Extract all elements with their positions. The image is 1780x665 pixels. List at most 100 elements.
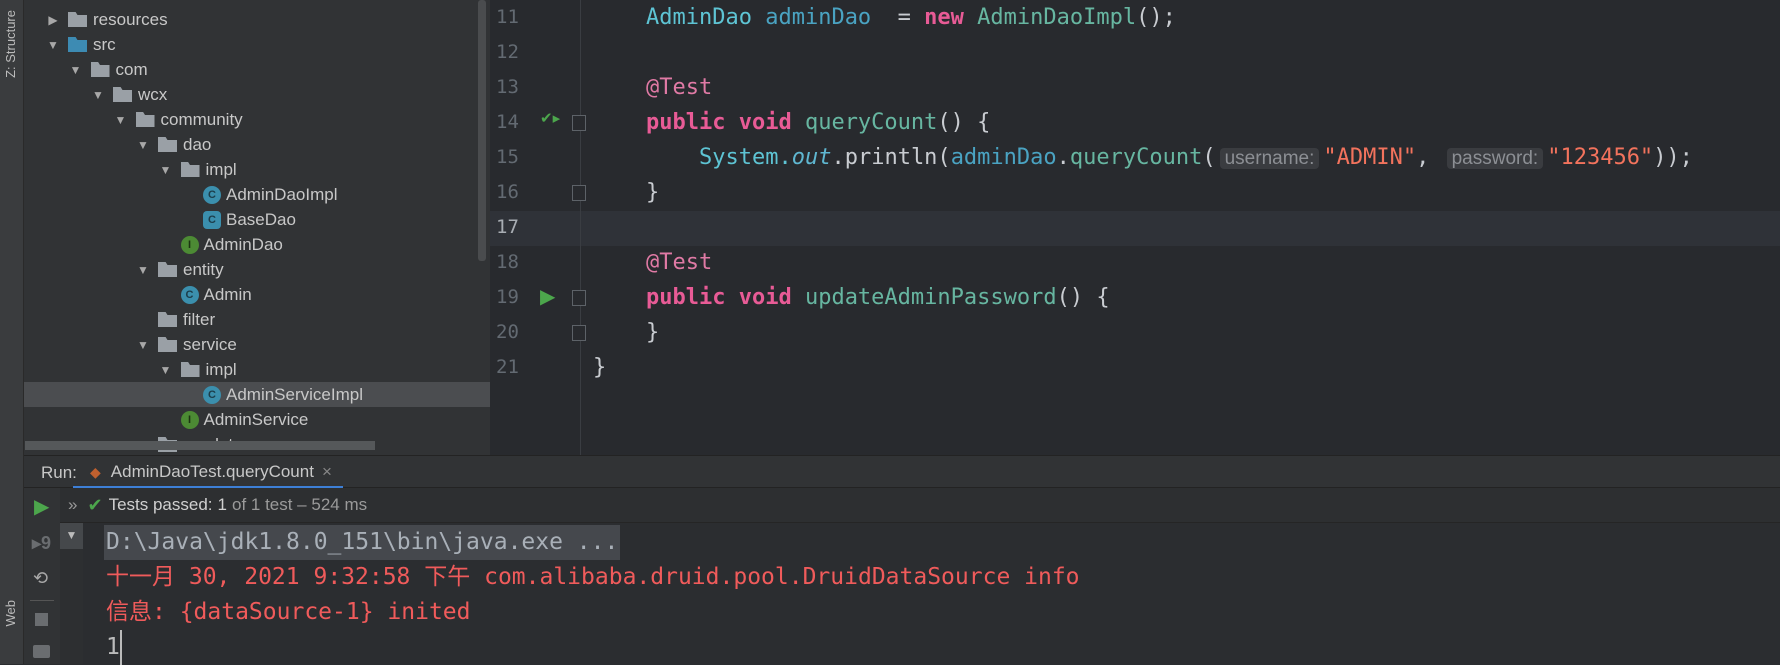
tree-item-label: AdminServiceImpl <box>226 384 363 404</box>
tree-item[interactable]: C Admin <box>24 282 490 307</box>
code-token: adminDao <box>950 145 1057 170</box>
tree-item[interactable]: ▼ community <box>24 107 490 132</box>
tests-passed-label: Tests passed: <box>108 495 213 514</box>
folder-icon <box>158 137 177 152</box>
tree-vertical-scrollbar[interactable] <box>478 0 486 261</box>
console-output[interactable]: D:\Java\jdk1.8.0_151\bin\java.exe ... 十一月… <box>83 523 1780 665</box>
code-token: queryCount <box>1069 145 1203 170</box>
tree-item[interactable]: ▼ wcx <box>24 82 490 107</box>
code-line[interactable]: @Test <box>646 245 712 280</box>
code-line[interactable]: AdminDao adminDao = new AdminDaoImpl(); <box>646 0 1176 35</box>
folder-icon <box>180 162 200 177</box>
fold-marker-icon[interactable] <box>572 290 586 306</box>
code-token: ( <box>1202 145 1216 170</box>
collapse-icon[interactable]: ▼ <box>60 523 83 549</box>
code-line[interactable]: @Test <box>646 70 712 105</box>
tree-item[interactable]: ▶ resources <box>24 7 490 32</box>
test-status-bar: » ✔ Tests passed: 1 of 1 test – 524 ms <box>60 488 1780 523</box>
tree-item[interactable]: C AdminDaoImpl <box>24 182 490 207</box>
code-token: () { <box>937 110 991 135</box>
folder-icon <box>180 362 200 377</box>
chevron-right-icon[interactable]: ▶ <box>46 13 60 27</box>
tree-item[interactable]: ▼ impl <box>24 157 490 182</box>
tree-item[interactable]: I AdminService <box>24 407 490 432</box>
run-label: Run: <box>41 463 77 482</box>
chevron-down-icon[interactable]: ▼ <box>136 263 150 277</box>
console-fold-column: ▼ <box>60 523 83 664</box>
chevron-down-icon[interactable]: ▼ <box>136 338 150 352</box>
fold-marker-icon[interactable] <box>572 115 586 131</box>
fold-marker-icon[interactable] <box>572 185 586 201</box>
chevron-down-icon[interactable]: ▼ <box>159 363 173 377</box>
folder-icon <box>68 12 87 27</box>
line-number: 14 <box>496 111 519 133</box>
code-line[interactable]: public void queryCount() { <box>646 105 990 140</box>
tree-item[interactable]: filter <box>24 307 490 332</box>
chevron-down-icon[interactable]: ▼ <box>159 163 173 177</box>
code-line[interactable]: } <box>646 175 659 210</box>
tree-item[interactable]: ▼ entity <box>24 257 490 282</box>
tree-item-label: Admin <box>203 284 252 304</box>
toggle-auto-test-icon[interactable]: ⟲ <box>33 568 48 589</box>
code-line[interactable]: System.out.println(adminDao.queryCount(u… <box>699 140 1693 175</box>
chevron-down-icon[interactable]: ▼ <box>91 88 105 102</box>
tree-item[interactable]: ▼ dao <box>24 132 490 157</box>
line-number: 15 <box>496 146 519 168</box>
code-line[interactable]: } <box>593 350 606 385</box>
code-line[interactable]: public void updateAdminPassword() { <box>646 280 1110 315</box>
tree-item-label: src <box>93 34 116 54</box>
parameter-hint: username: <box>1219 148 1320 169</box>
tree-item-label: community <box>160 109 243 129</box>
chevron-down-icon[interactable]: ▼ <box>69 63 83 77</box>
rerun-failed-icon[interactable]: ▸9 <box>32 533 51 554</box>
line-number: 19 <box>496 286 519 308</box>
structure-tool-tab[interactable]: Z: Structure <box>3 10 18 78</box>
run-side-toolbar: ▶ ▸9 ⟲ <box>24 488 60 664</box>
expand-icon[interactable]: » <box>68 495 77 515</box>
tree-item[interactable]: ▼ com <box>24 57 490 82</box>
code-token: @Test <box>646 75 713 100</box>
tree-item[interactable]: C BaseDao <box>24 207 490 232</box>
tree-item-label: service <box>183 334 237 354</box>
code-token: "123456" <box>1547 145 1654 170</box>
chevron-down-icon[interactable]: ▼ <box>46 38 60 52</box>
left-tool-strip: Z: Structure Web <box>0 0 24 664</box>
code-token: out <box>791 145 832 170</box>
line-number: 16 <box>496 181 519 203</box>
tree-item-label: AdminService <box>203 409 309 429</box>
code-token: "ADMIN" <box>1323 145 1417 170</box>
web-tool-tab[interactable]: Web <box>3 600 18 627</box>
tree-item[interactable]: C AdminServiceImpl <box>24 382 490 407</box>
tree-item[interactable]: ▼ src <box>24 32 490 57</box>
code-token: , <box>1416 145 1443 170</box>
class-icon: C <box>180 285 199 304</box>
code-line[interactable]: } <box>646 315 659 350</box>
parameter-hint: password: <box>1446 148 1544 169</box>
tree-horizontal-scrollbar[interactable] <box>25 441 375 450</box>
tree-item[interactable]: ▼ service <box>24 332 490 357</box>
code-token: () { <box>1056 285 1110 310</box>
code-editor[interactable]: 11 AdminDao adminDao = new AdminDaoImpl()… <box>490 0 1780 455</box>
rerun-icon[interactable]: ▶ <box>34 494 49 519</box>
camera-icon[interactable] <box>33 645 50 658</box>
tree-item[interactable]: I AdminDao <box>24 232 490 257</box>
run-test-passed-icon[interactable]: ✔▸ <box>540 109 560 127</box>
tree-item-label: com <box>115 59 148 79</box>
console-line: D:\Java\jdk1.8.0_151\bin\java.exe ... <box>104 525 621 560</box>
tree-item-label: BaseDao <box>226 209 296 229</box>
stop-icon[interactable] <box>35 613 48 626</box>
code-token: AdminDaoImpl <box>977 5 1137 30</box>
close-tab-icon[interactable]: × <box>322 462 332 482</box>
chevron-down-icon[interactable]: ▼ <box>114 113 128 127</box>
class-icon: C <box>203 385 221 404</box>
code-token: new <box>924 5 978 30</box>
abstract-class-icon: C <box>203 210 221 229</box>
tree-item-label: dao <box>183 134 212 154</box>
project-tree: ▶ resources ▼ src ▼ com ▼ wcx ▼ community ▼ dao ▼ imp… <box>24 0 490 455</box>
run-tab[interactable]: ◆ AdminDaoTest.queryCount × <box>90 462 332 482</box>
chevron-down-icon[interactable]: ▼ <box>136 138 150 152</box>
line-number: 11 <box>496 6 519 28</box>
fold-marker-icon[interactable] <box>572 325 586 341</box>
tree-item[interactable]: ▼ impl <box>24 357 490 382</box>
run-test-icon[interactable]: ▶ <box>540 284 555 309</box>
